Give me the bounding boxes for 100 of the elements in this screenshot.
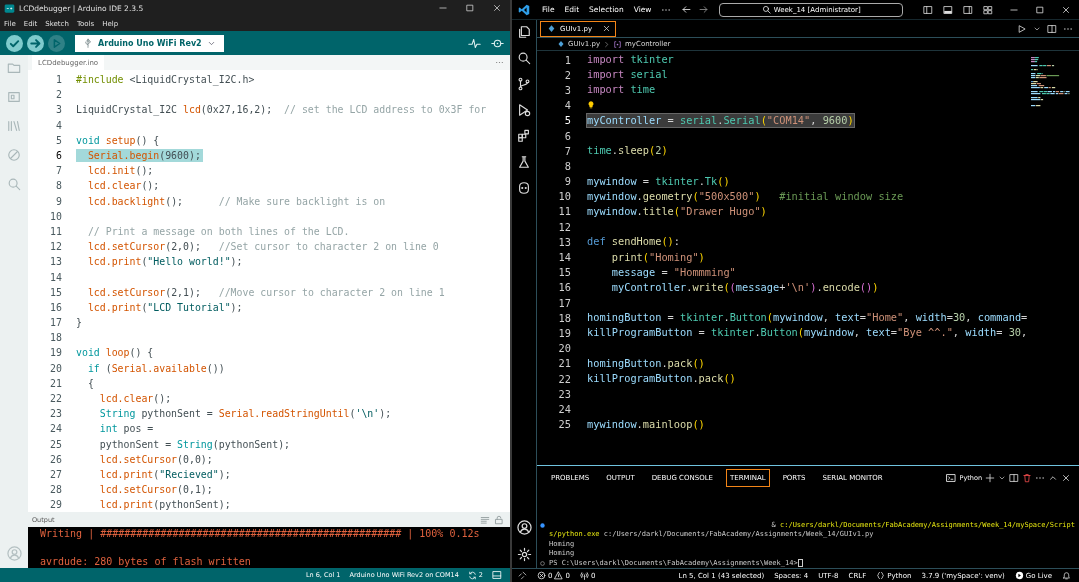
usb-icon <box>83 38 93 48</box>
output-line: Writing | ################################################## | 100% 0.12s <box>40 527 481 541</box>
run-icon[interactable] <box>1017 23 1027 34</box>
line-number: 13 <box>49 256 62 268</box>
code-line: def sendHome(): <box>587 235 681 249</box>
status-dot-icon <box>540 522 545 528</box>
board-selector[interactable]: Arduino Uno WiFi Rev2 <box>75 34 224 52</box>
verify-button[interactable] <box>6 34 23 52</box>
line-number: 23 <box>49 408 62 420</box>
bell-icon[interactable] <box>1062 571 1071 580</box>
robot-icon[interactable] <box>517 181 531 195</box>
code-line: time.sleep(2) <box>587 144 668 158</box>
line-number: 11 <box>557 205 571 218</box>
code-line: import tkinter <box>587 53 674 67</box>
upload-button[interactable] <box>27 34 44 52</box>
line-number: 2 <box>563 68 571 81</box>
line-number: 20 <box>557 342 571 355</box>
status-circle-icon <box>540 560 545 566</box>
code-line: myController.write((message+'\n').encode()) <box>610 280 879 294</box>
panel-layout-icon[interactable] <box>943 4 953 15</box>
close-icon[interactable] <box>1061 473 1071 484</box>
code-line: String pythonSent = Serial.readStringUntil('\n'); <box>98 407 392 421</box>
line-number: 4 <box>55 119 62 131</box>
line-number: 19 <box>49 347 62 359</box>
text-cursor <box>797 559 803 568</box>
line-number: 23 <box>557 387 571 400</box>
flask-icon[interactable] <box>517 155 531 169</box>
lightbulb-icon[interactable] <box>586 100 596 111</box>
variable-icon <box>613 39 623 49</box>
secondary-sidebar-icon[interactable] <box>963 4 973 15</box>
maximize-icon[interactable] <box>1035 4 1045 15</box>
code-line: lcd.setCursor(0,0); <box>98 452 213 466</box>
line-number: 10 <box>557 190 571 203</box>
code-line: int pos = <box>98 422 154 436</box>
code-line: lcd.setCursor(2,1); //Move cursor to character 2 on line 1 <box>86 285 445 299</box>
line-number: 20 <box>49 362 62 374</box>
line-number: 7 <box>55 165 62 177</box>
line-number: 1 <box>563 53 571 66</box>
code-line: lcd.print("LCD Tutorial"); <box>86 300 243 314</box>
search-icon[interactable] <box>517 51 531 65</box>
trash-icon[interactable] <box>1022 473 1032 484</box>
code-line: message = "Hommming" <box>610 265 736 279</box>
line-number: 14 <box>557 251 571 264</box>
code-line: lcd.clear(); <box>98 392 172 406</box>
run-debug-icon[interactable] <box>517 103 531 117</box>
code-line: killProgramButton.pack() <box>587 372 736 386</box>
back-icon[interactable] <box>681 4 693 15</box>
code-line: lcd.setCursor(2,0); //Set cursor to character 2 on line 0 <box>86 240 439 254</box>
split-editor-icon[interactable] <box>1047 23 1057 34</box>
line-number: 5 <box>563 114 571 127</box>
chevron-icon <box>603 40 611 48</box>
sync-icon <box>467 570 477 580</box>
code-line: LiquidCrystal_I2C lcd(0x27,16,2); // set the LCD address to 0x3F for <box>76 103 487 117</box>
code-line: lcd.clear(); <box>86 179 160 193</box>
close-icon[interactable] <box>1061 4 1071 15</box>
sidebar-layout-icon[interactable] <box>923 4 933 15</box>
code-line: lcd.backlight(); // Make sure backlight is on <box>86 194 386 208</box>
close-icon[interactable] <box>602 24 612 33</box>
warning-icon <box>554 571 564 580</box>
code-line: mywindow = tkinter.Tk() <box>587 174 730 188</box>
line-number: 27 <box>49 468 62 480</box>
plotter-icon[interactable] <box>468 36 481 50</box>
code-line: lcd.print(pythonSent); <box>98 498 231 512</box>
files-icon[interactable] <box>517 25 531 39</box>
layout-grid-icon[interactable] <box>983 4 993 15</box>
code-line: #include <LiquidCrystal_I2C.h> <box>76 73 255 87</box>
app-logo-icon <box>518 3 530 16</box>
code-line: mywindow.mainloop() <box>587 417 705 431</box>
code-line: pythonSent = String(pythonSent); <box>98 437 291 451</box>
source-control-icon[interactable] <box>517 77 531 91</box>
line-number: 3 <box>563 83 571 96</box>
line-number: 4 <box>563 99 571 112</box>
account-icon[interactable] <box>516 520 532 535</box>
line-number: 3 <box>55 104 62 116</box>
settings-icon[interactable] <box>516 547 532 562</box>
line-number: 12 <box>557 220 571 233</box>
line-number: 6 <box>563 129 571 142</box>
close-icon[interactable] <box>492 3 502 13</box>
line-number: 26 <box>49 453 62 465</box>
code-line: lcd.setCursor(0,1); <box>98 483 213 497</box>
code-line: lcd.print("Recieved"); <box>98 467 231 481</box>
code-line: import serial <box>587 68 668 82</box>
line-number: 24 <box>557 402 571 415</box>
maximize-icon[interactable] <box>465 3 475 13</box>
line-number: 25 <box>49 438 62 450</box>
line-number: 9 <box>55 195 62 207</box>
forward-icon[interactable] <box>698 4 710 15</box>
plus-icon[interactable] <box>985 473 995 484</box>
code-line: homingButton = tkinter.Button(mywindow, text="Home", width=30, command= <box>587 311 1028 325</box>
line-number: 8 <box>563 159 571 172</box>
line-number: 29 <box>49 499 62 511</box>
line-number: 9 <box>563 175 571 188</box>
extensions-icon[interactable] <box>517 129 531 143</box>
code-line: lcd.print("Hello world!"); <box>86 255 243 269</box>
split-terminal-icon[interactable] <box>1009 473 1019 484</box>
line-number: 5 <box>55 134 62 146</box>
panel-icon[interactable] <box>492 570 502 580</box>
line-number: 8 <box>55 180 62 192</box>
output-line: avrdude: 280 bytes of flash written <box>40 555 252 568</box>
app-logo-icon <box>4 2 15 14</box>
